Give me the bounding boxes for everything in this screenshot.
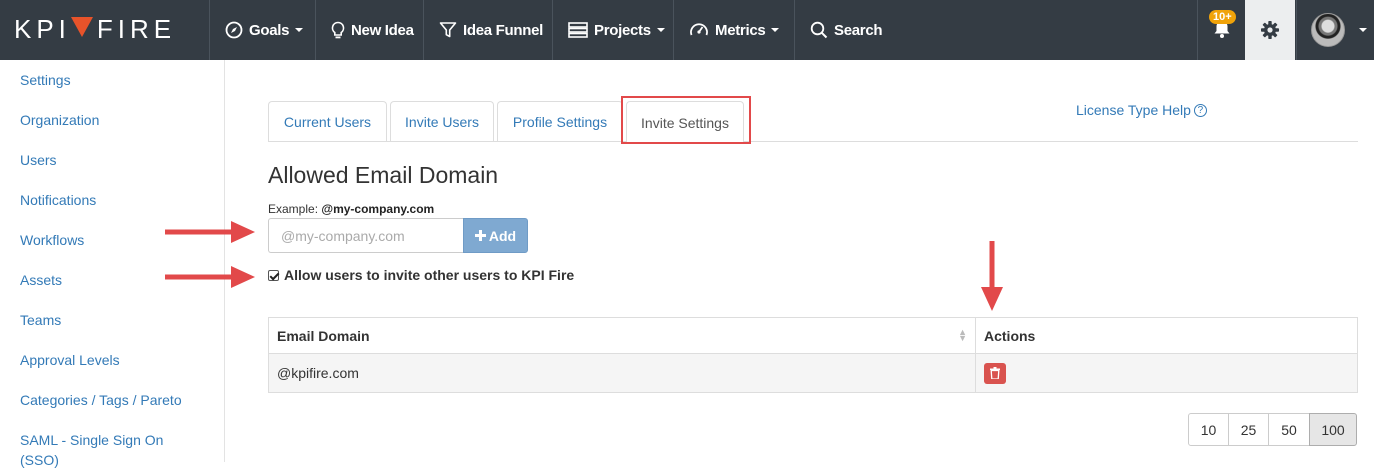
- example-value: @my-company.com: [321, 202, 435, 216]
- column-header-email-domain[interactable]: Email Domain ▲ ▼: [268, 317, 976, 354]
- notifications-button[interactable]: [1197, 0, 1245, 60]
- page-size-10[interactable]: 10: [1188, 413, 1229, 446]
- chevron-down-icon: [656, 28, 665, 32]
- nav-goals-label: Goals: [249, 21, 290, 39]
- logo-mark-icon: [70, 17, 93, 37]
- allow-invite-label: Allow users to invite other users to KPI…: [284, 267, 575, 283]
- sidebar-item-saml[interactable]: SAML - Single Sign On (SSO): [20, 430, 180, 470]
- search-icon: [810, 21, 828, 39]
- page-size-100[interactable]: 100: [1309, 413, 1357, 446]
- sidebar-item-teams[interactable]: Teams: [20, 310, 210, 330]
- nav-new-idea-label: New Idea: [351, 21, 414, 39]
- nav-search-label: Search: [834, 21, 883, 39]
- logo-text-left: KPI: [14, 13, 71, 44]
- settings-button[interactable]: [1245, 0, 1295, 60]
- notification-count-badge: 10+: [1209, 10, 1236, 24]
- table-header-row: Email Domain ▲ ▼ Actions: [268, 317, 1358, 354]
- lightbulb-icon: [331, 21, 345, 38]
- nav-idea-funnel-label: Idea Funnel: [463, 21, 544, 39]
- nav-projects[interactable]: Projects: [552, 0, 673, 60]
- nav-idea-funnel[interactable]: Idea Funnel: [423, 0, 552, 60]
- sort-icon: ▲ ▼: [958, 326, 967, 343]
- gear-icon: [1261, 21, 1279, 39]
- license-type-help-label: License Type Help: [1076, 102, 1191, 118]
- sidebar-item-users[interactable]: Users: [20, 150, 210, 170]
- nav-goals[interactable]: Goals: [209, 0, 315, 60]
- license-type-help-link[interactable]: License Type Help ?: [1076, 102, 1207, 118]
- sidebar-item-organization[interactable]: Organization: [20, 110, 210, 130]
- example-prefix: Example:: [268, 202, 319, 216]
- nav-metrics-label: Metrics: [715, 21, 766, 39]
- tab-profile-settings[interactable]: Profile Settings: [497, 101, 623, 142]
- domain-cell: @kpifire.com: [268, 353, 976, 393]
- nav-metrics[interactable]: Metrics: [673, 0, 794, 60]
- column-header-email-domain-label: Email Domain: [277, 327, 370, 344]
- plus-icon: [474, 230, 486, 241]
- tab-invite-users[interactable]: Invite Users: [390, 101, 494, 142]
- allow-invite-checkbox[interactable]: [268, 269, 279, 281]
- tab-current-users[interactable]: Current Users: [268, 101, 387, 142]
- annotation-arrow-right-icon: [165, 266, 255, 288]
- chevron-down-icon: [1359, 28, 1367, 32]
- nav-search[interactable]: Search: [794, 0, 904, 60]
- actions-cell: [975, 353, 1358, 393]
- sidebar-item-settings[interactable]: Settings: [20, 70, 210, 90]
- table-row: @kpifire.com: [268, 353, 1358, 393]
- speedometer-icon: [690, 23, 708, 36]
- projects-icon: [568, 22, 588, 38]
- sidebar-item-categories[interactable]: Categories / Tags / Pareto: [20, 390, 210, 410]
- chevron-down-icon: [771, 28, 780, 32]
- question-circle-icon: ?: [1193, 103, 1207, 117]
- kpifire-logo[interactable]: KPI FIRE: [14, 14, 176, 44]
- add-button-label: Add: [488, 227, 517, 244]
- sidebar-item-notifications[interactable]: Notifications: [20, 190, 210, 210]
- chevron-down-icon: [295, 28, 304, 32]
- delete-domain-button[interactable]: [984, 362, 1006, 384]
- page-size-50[interactable]: 50: [1268, 413, 1310, 446]
- annotation-highlight-box: [621, 96, 751, 144]
- email-domain-input[interactable]: [268, 218, 464, 253]
- tabs-divider: [268, 141, 1358, 142]
- annotation-arrow-down-icon: [981, 241, 1003, 311]
- annotation-arrow-right-icon: [165, 221, 255, 243]
- nav-projects-label: Projects: [594, 21, 651, 39]
- top-navbar: KPI FIRE Goals New Idea Idea Funnel Proj…: [0, 0, 1374, 60]
- funnel-icon: [439, 22, 457, 38]
- page-size-25[interactable]: 25: [1228, 413, 1269, 446]
- domain-example: Example: @my-company.com: [268, 202, 434, 216]
- column-header-actions: Actions: [975, 317, 1358, 354]
- logo-text-right: FIRE: [96, 13, 177, 44]
- allow-invite-option[interactable]: Allow users to invite other users to KPI…: [268, 267, 574, 283]
- user-menu[interactable]: [1296, 0, 1374, 60]
- add-domain-button[interactable]: Add: [463, 218, 528, 253]
- compass-icon: [225, 21, 243, 39]
- avatar: [1311, 13, 1345, 47]
- nav-new-idea[interactable]: New Idea: [315, 0, 423, 60]
- page-size-selector: 10 25 50 100: [1188, 413, 1357, 446]
- sidebar-item-approval-levels[interactable]: Approval Levels: [20, 350, 210, 370]
- page-title: Allowed Email Domain: [268, 162, 499, 188]
- trash-icon: [990, 367, 1000, 379]
- email-domain-table: Email Domain ▲ ▼ Actions @kpifire.com: [268, 317, 1358, 393]
- settings-sidebar: Settings Organization Users Notification…: [0, 60, 225, 468]
